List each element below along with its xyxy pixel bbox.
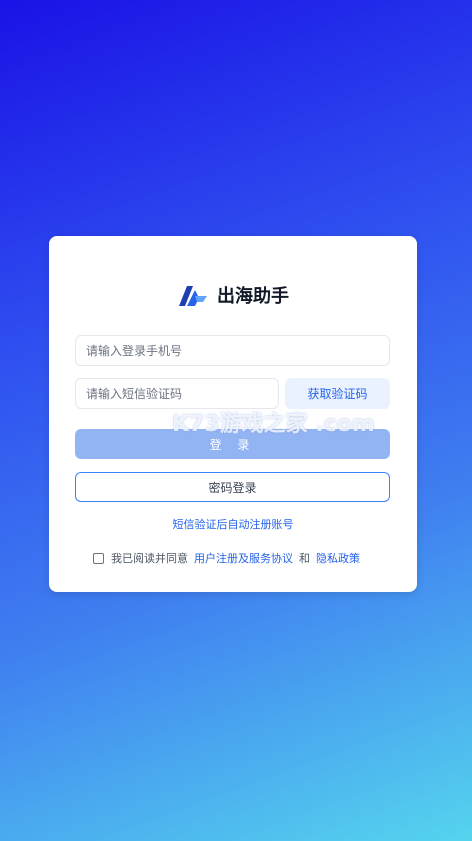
sms-code-input[interactable]: 请输入短信验证码 <box>75 378 279 409</box>
brand-header: 出海助手 <box>49 282 417 308</box>
agreement-and: 和 <box>299 552 310 565</box>
app-title: 出海助手 <box>217 286 289 307</box>
app-logo-icon <box>179 286 207 306</box>
user-terms-link[interactable]: 用户注册及服务协议 <box>194 550 293 566</box>
sms-code-placeholder: 请输入短信验证码 <box>86 387 183 401</box>
watermark: K73游戏之家 .com <box>172 412 375 437</box>
phone-input[interactable]: 请输入登录手机号 <box>75 335 390 366</box>
privacy-policy-link[interactable]: 隐私政策 <box>316 550 360 566</box>
password-login-button[interactable]: 密码登录 <box>75 472 390 502</box>
phone-placeholder: 请输入登录手机号 <box>86 344 183 358</box>
agree-checkbox[interactable] <box>93 552 104 564</box>
auto-register-hint: 短信验证后自动注册账号 <box>172 518 294 531</box>
agreement-row: 我已阅读并同意 用户注册及服务协议 和 隐私政策 <box>93 550 366 566</box>
agreement-prefix: 我已阅读并同意 <box>111 552 188 565</box>
get-code-button[interactable]: 获取验证码 <box>285 378 390 409</box>
